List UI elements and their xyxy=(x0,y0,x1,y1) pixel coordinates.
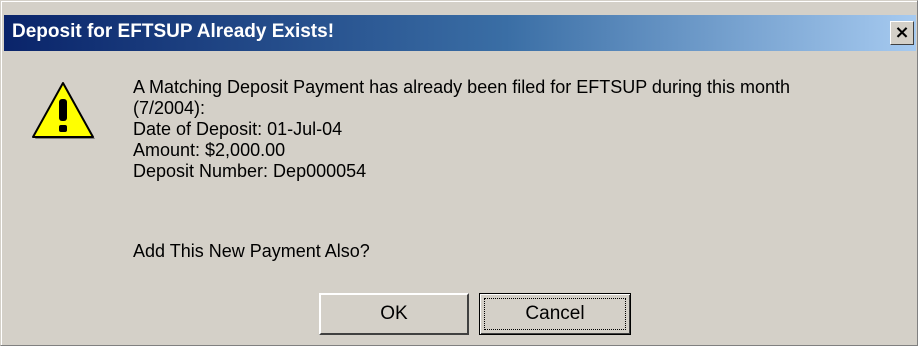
cancel-button-label: Cancel xyxy=(484,298,626,330)
close-button[interactable]: × xyxy=(890,21,914,45)
ok-button[interactable]: OK xyxy=(319,293,469,335)
message-dialog: Deposit for EFTSUP Already Exists! × A M… xyxy=(0,0,918,346)
dialog-title: Deposit for EFTSUP Already Exists! xyxy=(12,21,335,42)
warning-icon xyxy=(32,82,95,139)
message-line: (7/2004): xyxy=(133,98,206,118)
cancel-button[interactable]: Cancel xyxy=(479,293,631,335)
message-text: A Matching Deposit Payment has already b… xyxy=(133,77,913,182)
confirmation-question: Add This New Payment Also? xyxy=(133,241,370,261)
deposit-amount-line: Amount: $2,000.00 xyxy=(133,140,286,160)
message-line: A Matching Deposit Payment has already b… xyxy=(133,77,791,97)
title-bar[interactable]: Deposit for EFTSUP Already Exists! × xyxy=(4,15,916,51)
close-icon: × xyxy=(894,22,910,43)
deposit-number-line: Deposit Number: Dep000054 xyxy=(133,161,367,181)
deposit-date-line: Date of Deposit: 01-Jul-04 xyxy=(133,119,343,139)
